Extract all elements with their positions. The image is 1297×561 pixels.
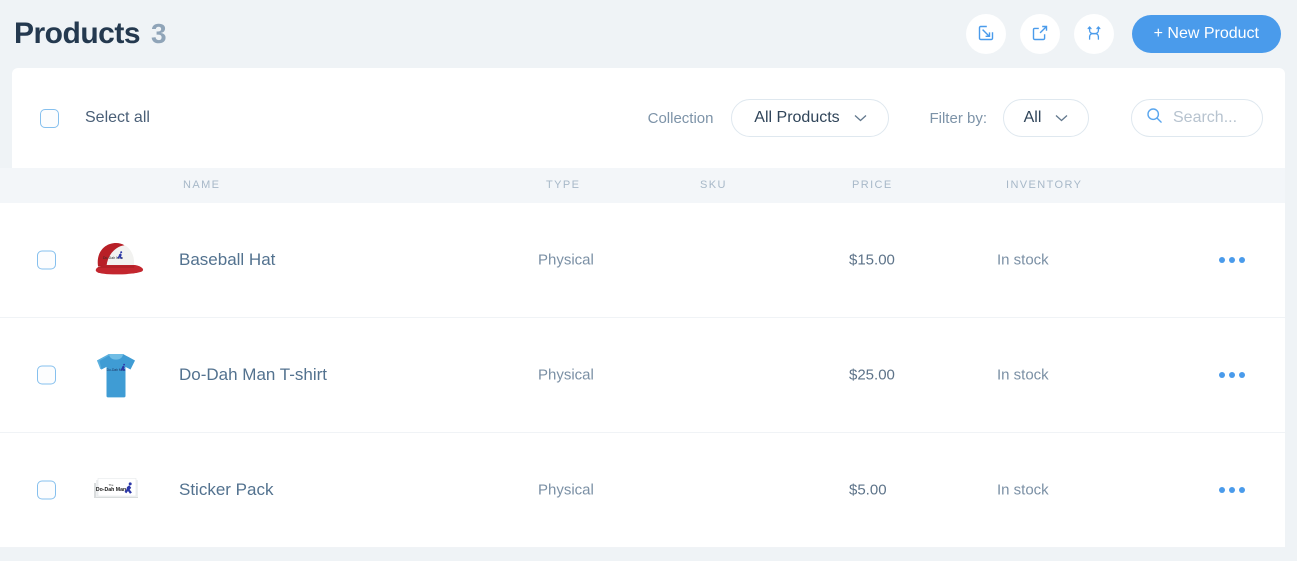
row-select-checkbox[interactable]	[37, 480, 56, 500]
column-header-sku: SKU	[700, 179, 727, 191]
product-count: 3	[151, 18, 167, 49]
product-name[interactable]: Do-Dah Man T-shirt	[179, 365, 327, 385]
column-header-price: PRICE	[852, 179, 893, 191]
product-inventory: In stock	[997, 366, 1049, 384]
row-select-checkbox[interactable]	[37, 250, 56, 270]
table-row[interactable]: The Do-Dah Man Sticker Pack Physical $5.…	[0, 433, 1285, 548]
product-name[interactable]: Sticker Pack	[179, 480, 273, 500]
filter-toolbar: Select all Collection All Products Filte…	[12, 68, 1285, 168]
row-actions-menu-icon[interactable]	[1213, 251, 1251, 269]
column-header-name: NAME	[183, 179, 221, 191]
select-all-label: Select all	[85, 109, 150, 126]
import-icon	[977, 24, 995, 45]
filter-by-value: All	[1023, 109, 1042, 126]
filter-controls: Collection All Products Filter by: All S…	[648, 99, 1285, 137]
collection-dropdown[interactable]: All Products	[731, 99, 890, 137]
table-header-row: NAME TYPE SKU PRICE INVENTORY	[0, 168, 1285, 203]
product-inventory: In stock	[997, 481, 1049, 499]
table-row[interactable]: Do-Dah Man Baseball Hat Physical $15.00 …	[0, 203, 1285, 318]
merge-split-icon	[1085, 24, 1103, 45]
product-type: Physical	[538, 481, 594, 499]
collection-label: Collection	[647, 109, 714, 127]
column-header-inventory: INVENTORY	[1006, 179, 1083, 191]
product-price: $25.00	[849, 366, 895, 384]
row-actions-menu-icon[interactable]	[1213, 481, 1251, 499]
baseball-hat-thumbnail: Do-Dah Man	[86, 232, 146, 288]
product-type: Physical	[538, 366, 594, 384]
product-price: $15.00	[849, 251, 895, 269]
sticker-pack-thumbnail: The Do-Dah Man	[86, 462, 146, 518]
product-inventory: In stock	[997, 251, 1049, 269]
product-name[interactable]: Baseball Hat	[179, 250, 275, 270]
new-product-button[interactable]: + New Product	[1131, 15, 1281, 53]
select-all-checkbox[interactable]	[40, 108, 59, 128]
filter-by-label: Filter by:	[929, 109, 987, 127]
products-table-body: Do-Dah Man Baseball Hat Physical $15.00 …	[0, 203, 1285, 548]
table-row[interactable]: Do-Dah Man Do-Dah Man T-shirt Physical $…	[0, 318, 1285, 433]
chevron-down-icon	[854, 109, 867, 127]
search-icon	[1146, 107, 1163, 129]
page-title: Products	[14, 17, 141, 50]
tshirt-thumbnail: Do-Dah Man	[86, 347, 146, 403]
import-button[interactable]	[965, 14, 1006, 54]
search-input[interactable]: Search...	[1131, 99, 1263, 137]
merge-split-button[interactable]	[1073, 14, 1114, 54]
search-placeholder: Search...	[1173, 109, 1238, 126]
collection-value: All Products	[754, 109, 840, 126]
product-price: $5.00	[849, 481, 887, 499]
export-icon	[1031, 24, 1049, 45]
row-actions-menu-icon[interactable]	[1213, 366, 1251, 384]
row-select-checkbox[interactable]	[37, 365, 56, 385]
chevron-down-icon	[1055, 109, 1068, 127]
svg-text:Do-Dah Man: Do-Dah Man	[96, 487, 126, 493]
export-button[interactable]	[1019, 14, 1060, 54]
header-actions: + New Product	[965, 14, 1281, 54]
filter-by-dropdown[interactable]: All	[1003, 99, 1089, 137]
product-type: Physical	[538, 251, 594, 269]
column-header-type: TYPE	[546, 179, 581, 191]
page-header: Products 3 + New Product	[0, 0, 1297, 68]
select-all-group: Select all	[40, 108, 150, 128]
